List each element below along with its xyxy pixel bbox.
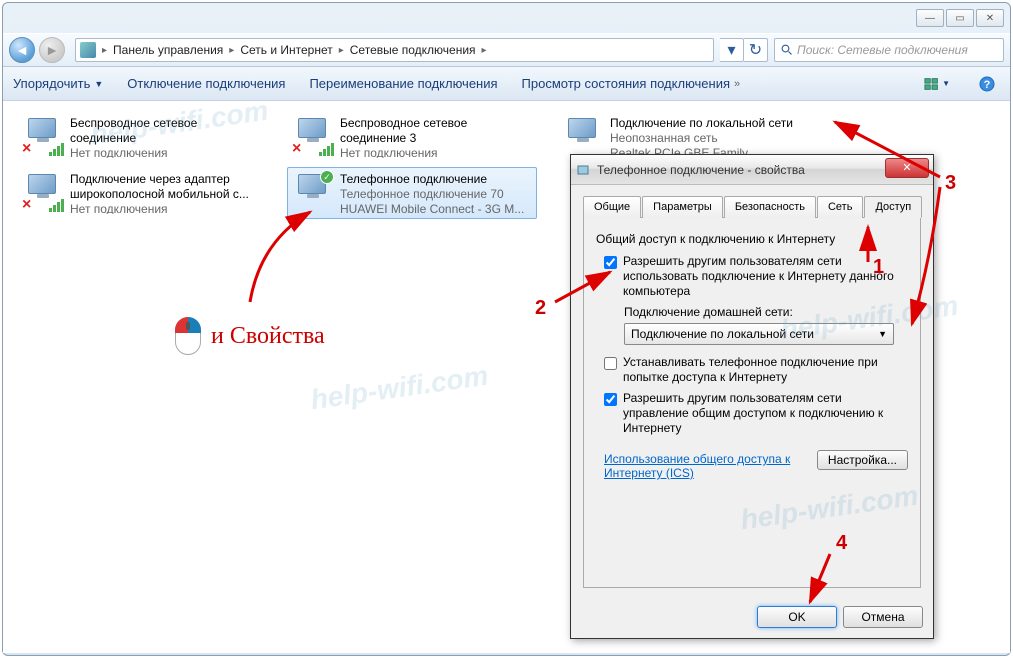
connection-status: Неопознанная сеть bbox=[610, 131, 802, 146]
disconnected-icon: × bbox=[22, 196, 31, 214]
allow-sharing-checkbox[interactable] bbox=[604, 256, 617, 269]
connection-title: Подключение по локальной сети bbox=[610, 116, 802, 131]
minimize-button[interactable]: — bbox=[916, 9, 944, 27]
disconnected-icon: × bbox=[22, 140, 31, 158]
tab-sharing[interactable]: Доступ bbox=[864, 196, 922, 218]
organize-menu[interactable]: Упорядочить ▼ bbox=[13, 76, 103, 91]
breadcrumb-item[interactable]: Панель управления bbox=[109, 43, 227, 57]
combo-value: Подключение по локальной сети bbox=[631, 327, 814, 341]
connection-dialup[interactable]: ✓ Телефонное подключение Телефонное подк… bbox=[287, 167, 537, 219]
refresh-button[interactable]: ↻ bbox=[744, 38, 768, 62]
connection-title: Беспроводное сетевое соединение 3 bbox=[340, 116, 532, 146]
connection-adapter: HUAWEI Mobile Connect - 3G M... bbox=[340, 202, 524, 214]
tab-network[interactable]: Сеть bbox=[817, 196, 863, 218]
dial-on-demand-checkbox[interactable] bbox=[604, 357, 617, 370]
dialog-icon bbox=[575, 162, 591, 178]
ok-button[interactable]: OK bbox=[757, 606, 837, 628]
rename-connection-button[interactable]: Переименование подключения bbox=[309, 76, 497, 91]
group-title: Общий доступ к подключению к Интернету bbox=[596, 232, 908, 246]
dialog-titlebar[interactable]: Телефонное подключение - свойства ✕ bbox=[571, 155, 933, 185]
maximize-button[interactable]: ▭ bbox=[946, 9, 974, 27]
search-placeholder: Поиск: Сетевые подключения bbox=[797, 43, 968, 57]
dialog-close-button[interactable]: ✕ bbox=[885, 158, 929, 178]
ics-help-link[interactable]: Использование общего доступа к Интернету… bbox=[604, 452, 804, 480]
help-button[interactable]: ? bbox=[974, 73, 1000, 95]
connection-status: Нет подключения bbox=[70, 146, 262, 158]
allow-control-label: Разрешить другим пользователям сети упра… bbox=[623, 391, 908, 436]
properties-dialog: Телефонное подключение - свойства ✕ Общи… bbox=[570, 154, 934, 639]
home-network-label: Подключение домашней сети: bbox=[624, 305, 908, 319]
breadcrumb[interactable]: ▸ Панель управления ▸ Сеть и Интернет ▸ … bbox=[75, 38, 714, 62]
connection-status: Нет подключения bbox=[340, 146, 532, 158]
disable-connection-button[interactable]: Отключение подключения bbox=[127, 76, 285, 91]
tab-strip: Общие Параметры Безопасность Сеть Доступ bbox=[583, 195, 921, 218]
navigation-bar: ◄ ► ▸ Панель управления ▸ Сеть и Интерне… bbox=[3, 33, 1010, 67]
chevron-right-icon: ▸ bbox=[229, 45, 234, 56]
connection-wwan[interactable]: × Подключение через адаптер широкополосн… bbox=[17, 167, 267, 219]
connection-status: Нет подключения bbox=[70, 202, 262, 214]
control-panel-icon bbox=[80, 42, 96, 58]
connection-title: Подключение через адаптер широкополосной… bbox=[70, 172, 262, 202]
titlebar: — ▭ ✕ bbox=[3, 3, 1010, 33]
chevron-right-icon: ▸ bbox=[102, 45, 107, 56]
tab-general[interactable]: Общие bbox=[583, 196, 641, 218]
search-icon bbox=[781, 44, 793, 56]
connected-icon: ✓ bbox=[320, 170, 334, 184]
chevron-right-icon: ▸ bbox=[339, 45, 344, 56]
dialog-title: Телефонное подключение - свойства bbox=[597, 163, 885, 177]
dial-on-demand-label: Устанавливать телефонное подключение при… bbox=[623, 355, 908, 385]
command-bar: Упорядочить ▼ Отключение подключения Пер… bbox=[3, 67, 1010, 101]
forward-button[interactable]: ► bbox=[39, 37, 65, 63]
back-button[interactable]: ◄ bbox=[9, 37, 35, 63]
breadcrumb-item[interactable]: Сетевые подключения bbox=[346, 43, 480, 57]
connection-status: Телефонное подключение 70 bbox=[340, 187, 524, 202]
tab-security[interactable]: Безопасность bbox=[724, 196, 816, 218]
allow-sharing-label: Разрешить другим пользователям сети испо… bbox=[623, 254, 908, 299]
home-network-combo[interactable]: Подключение по локальной сети ▼ bbox=[624, 323, 894, 345]
connection-wifi[interactable]: × Беспроводное сетевое соединение Нет по… bbox=[17, 111, 267, 163]
connection-title: Телефонное подключение bbox=[340, 172, 524, 187]
settings-button[interactable]: Настройка... bbox=[817, 450, 908, 470]
cancel-button[interactable]: Отмена bbox=[843, 606, 923, 628]
view-options-button[interactable]: ▼ bbox=[924, 73, 950, 95]
connection-wifi[interactable]: × Беспроводное сетевое соединение 3 Нет … bbox=[287, 111, 537, 163]
allow-control-checkbox[interactable] bbox=[604, 393, 617, 406]
breadcrumb-item[interactable]: Сеть и Интернет bbox=[236, 43, 336, 57]
search-input[interactable]: Поиск: Сетевые подключения bbox=[774, 38, 1004, 62]
chevron-down-icon: ▼ bbox=[878, 329, 887, 339]
connection-title: Беспроводное сетевое соединение bbox=[70, 116, 262, 146]
dropdown-button[interactable]: ▾ bbox=[720, 38, 744, 62]
svg-text:?: ? bbox=[984, 79, 991, 91]
chevron-down-icon: ▼ bbox=[94, 79, 103, 89]
tab-params[interactable]: Параметры bbox=[642, 196, 723, 218]
view-status-button[interactable]: Просмотр состояния подключения » bbox=[522, 76, 741, 91]
disconnected-icon: × bbox=[292, 140, 301, 158]
close-button[interactable]: ✕ bbox=[976, 9, 1004, 27]
chevron-right-icon: ▸ bbox=[482, 45, 487, 56]
tab-panel: Общий доступ к подключению к Интернету Р… bbox=[583, 218, 921, 588]
